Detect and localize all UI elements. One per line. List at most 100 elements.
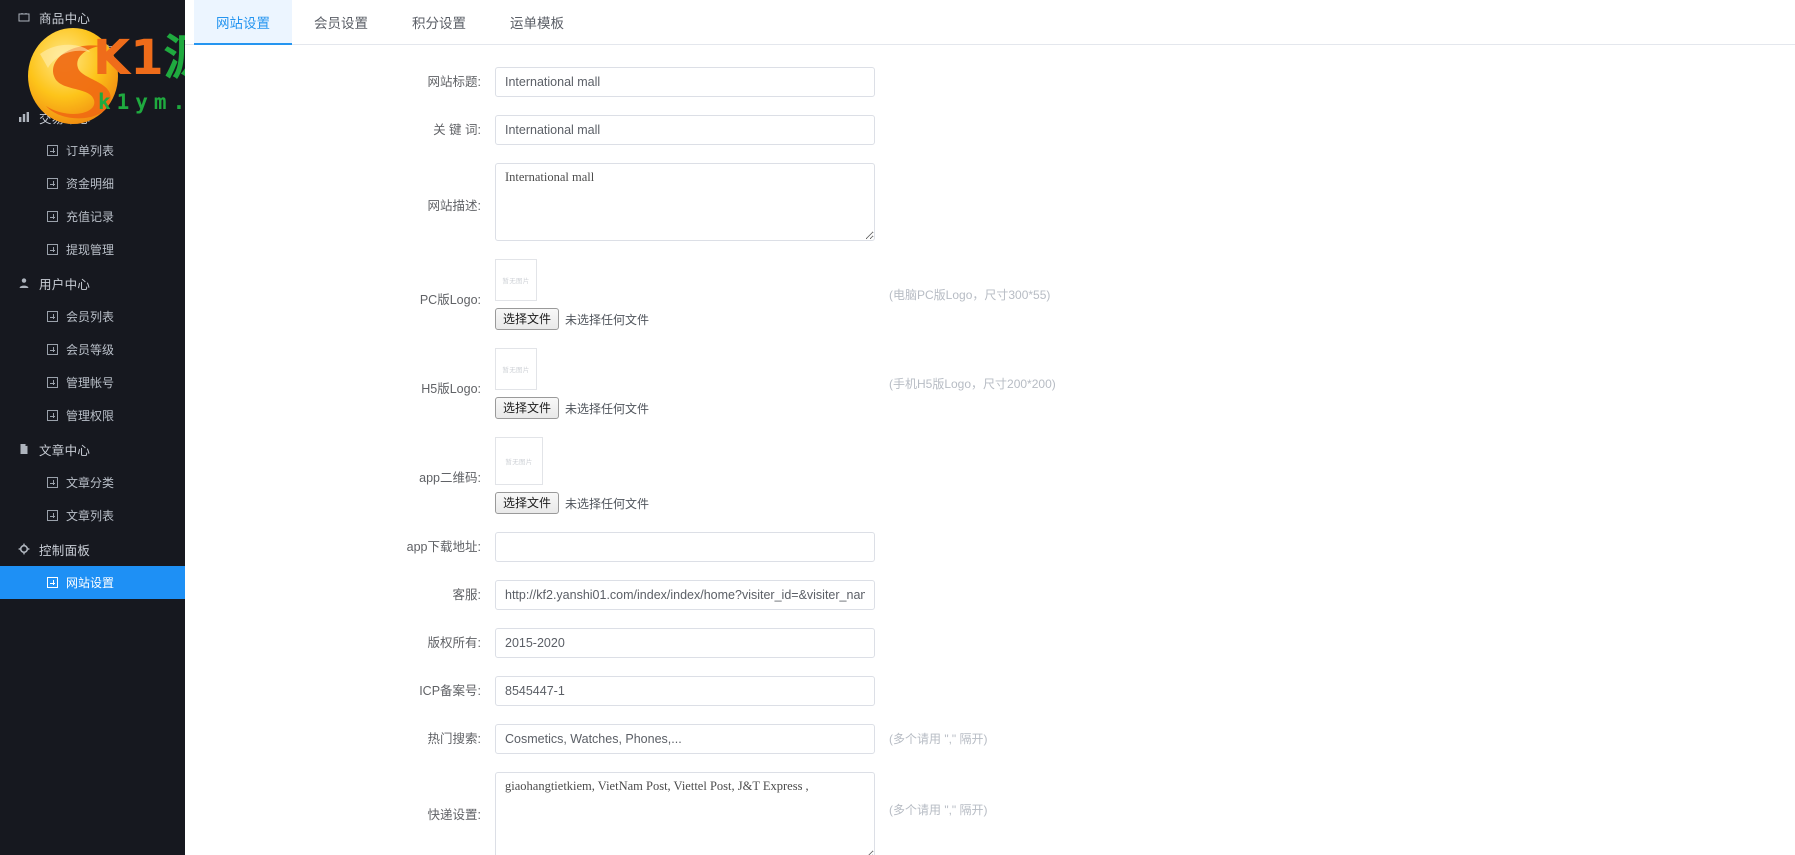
field-row-site-title: 网站标题: (185, 67, 1795, 97)
site-settings-form: 网站标题: 关 键 词: 网站描述: International mall (185, 45, 1795, 855)
sidebar-group-label: 交易中心 (39, 111, 91, 126)
chart-bar-icon (17, 111, 30, 124)
sidebar-group-control-panel: 控制面板 网站设置 (0, 532, 185, 599)
express-textarea[interactable]: giaohangtietkiem, VietNam Post, Viettel … (495, 772, 875, 855)
sidebar-item-label: 资金明细 (66, 177, 115, 191)
plus-box-icon (47, 178, 58, 189)
sidebar-group-label: 商品中心 (39, 11, 91, 26)
field-row-app-qrcode: app二维码: 暂无图片 选择文件 未选择任何文件 (185, 437, 1795, 514)
plus-box-icon (47, 311, 58, 322)
plus-box-icon (47, 78, 58, 89)
app-qrcode-file-picker[interactable]: 选择文件 未选择任何文件 (495, 492, 875, 514)
sidebar-item-label: 文章分类 (66, 476, 115, 490)
plus-box-icon (47, 477, 58, 488)
sidebar-item-label: 文章列表 (66, 509, 115, 523)
sidebar-group-title-article: 文章中心 (0, 432, 185, 466)
pc-logo-file-status: 未选择任何文件 (565, 312, 650, 327)
sidebar-group-label: 文章中心 (39, 443, 91, 458)
field-row-pc-logo: PC版Logo: 暂无图片 选择文件 未选择任何文件 (电脑PC版Logo，尺寸… (185, 259, 1795, 330)
description-textarea[interactable]: International mall (495, 163, 875, 241)
sidebar-item-label: 提现管理 (66, 243, 115, 257)
plus-box-icon (47, 410, 58, 421)
sidebar: 商品中心 商品列表 商品分类 交易中心 订单列表 资金明细 充值记录 提现管理 … (0, 0, 185, 855)
label-express: 快递设置: (427, 808, 481, 822)
field-row-h5-logo: H5版Logo: 暂无图片 选择文件 未选择任何文件 (手机H5版Logo，尺寸… (185, 348, 1795, 419)
label-app-download: app下载地址: (406, 540, 481, 554)
app-qrcode-preview: 暂无图片 (495, 437, 543, 485)
pc-logo-file-picker[interactable]: 选择文件 未选择任何文件 (495, 308, 875, 330)
sidebar-item-admin-account[interactable]: 管理帐号 (0, 366, 185, 399)
h5-logo-hint: (手机H5版Logo，尺寸200*200) (889, 377, 1056, 391)
express-hint: (多个请用 "," 隔开) (889, 803, 988, 817)
sidebar-group-title-shop: 商品中心 (0, 0, 185, 34)
plus-box-icon (47, 377, 58, 388)
icp-input[interactable] (495, 676, 875, 706)
app-qrcode-file-status: 未选择任何文件 (565, 496, 650, 511)
sidebar-item-product-list[interactable]: 商品列表 (0, 34, 185, 67)
sidebar-group-article: 文章中心 文章分类 文章列表 (0, 432, 185, 532)
plus-box-icon (47, 244, 58, 255)
app-download-input[interactable] (495, 532, 875, 562)
sidebar-item-label: 会员等级 (66, 343, 115, 357)
sidebar-item-recharge-record[interactable]: 充值记录 (0, 200, 185, 233)
tab-member-settings[interactable]: 会员设置 (292, 0, 390, 44)
sidebar-group-title-user: 用户中心 (0, 266, 185, 300)
label-site-title: 网站标题: (427, 75, 481, 89)
pc-logo-uploader: 暂无图片 选择文件 未选择任何文件 (495, 259, 875, 330)
label-customer-service: 客服: (452, 588, 481, 602)
hot-search-input[interactable] (495, 724, 875, 754)
plus-box-icon (47, 211, 58, 222)
label-icp: ICP备案号: (419, 684, 481, 698)
label-description: 网站描述: (427, 199, 481, 213)
plus-box-icon (47, 510, 58, 521)
app-qrcode-choose-file-button[interactable]: 选择文件 (495, 492, 560, 514)
h5-logo-choose-file-button[interactable]: 选择文件 (495, 397, 560, 419)
sidebar-item-product-category[interactable]: 商品分类 (0, 67, 185, 100)
pc-logo-preview: 暂无图片 (495, 259, 537, 301)
pc-logo-choose-file-button[interactable]: 选择文件 (495, 308, 560, 330)
plus-box-icon (47, 45, 58, 56)
plus-box-icon (47, 344, 58, 355)
label-h5-logo: H5版Logo: (421, 382, 481, 396)
customer-service-input[interactable] (495, 580, 875, 610)
sidebar-group-title-trade: 交易中心 (0, 100, 185, 134)
sidebar-item-site-settings[interactable]: 网站设置 (0, 566, 185, 599)
site-title-input[interactable] (495, 67, 875, 97)
copyright-input[interactable] (495, 628, 875, 658)
label-keywords: 关 键 词: (433, 123, 481, 137)
field-row-icp: ICP备案号: (185, 676, 1795, 706)
field-row-description: 网站描述: International mall (185, 163, 1795, 241)
document-icon (17, 443, 30, 456)
label-hot-search: 热门搜索: (427, 732, 481, 746)
sidebar-item-admin-permission[interactable]: 管理权限 (0, 399, 185, 432)
sidebar-item-label: 网站设置 (66, 576, 115, 590)
sidebar-item-label: 管理权限 (66, 409, 115, 423)
h5-logo-file-picker[interactable]: 选择文件 未选择任何文件 (495, 397, 875, 419)
field-row-customer-service: 客服: (185, 580, 1795, 610)
pc-logo-hint: (电脑PC版Logo，尺寸300*55) (889, 288, 1051, 302)
sidebar-item-member-level[interactable]: 会员等级 (0, 333, 185, 366)
tab-points-settings[interactable]: 积分设置 (390, 0, 488, 44)
plus-box-icon (47, 577, 58, 588)
field-row-keywords: 关 键 词: (185, 115, 1795, 145)
sidebar-item-fund-detail[interactable]: 资金明细 (0, 167, 185, 200)
sidebar-item-withdraw-manage[interactable]: 提现管理 (0, 233, 185, 266)
sidebar-item-article-category[interactable]: 文章分类 (0, 466, 185, 499)
tab-site-settings[interactable]: 网站设置 (194, 0, 292, 45)
sidebar-group-user: 用户中心 会员列表 会员等级 管理帐号 管理权限 (0, 266, 185, 432)
sidebar-item-label: 充值记录 (66, 210, 115, 224)
sidebar-group-trade: 交易中心 订单列表 资金明细 充值记录 提现管理 (0, 100, 185, 266)
field-row-hot-search: 热门搜索: (多个请用 "," 隔开) (185, 724, 1795, 754)
sidebar-group-label: 用户中心 (39, 277, 91, 292)
sidebar-item-member-list[interactable]: 会员列表 (0, 300, 185, 333)
label-pc-logo: PC版Logo: (419, 293, 481, 307)
sidebar-item-article-list[interactable]: 文章列表 (0, 499, 185, 532)
shop-icon (17, 11, 30, 24)
tab-waybill-template[interactable]: 运单模板 (488, 0, 586, 44)
keywords-input[interactable] (495, 115, 875, 145)
h5-logo-preview: 暂无图片 (495, 348, 537, 390)
sidebar-item-order-list[interactable]: 订单列表 (0, 134, 185, 167)
label-copyright: 版权所有: (427, 636, 481, 650)
user-icon (17, 277, 30, 290)
main-content: 网站设置 会员设置 积分设置 运单模板 网站标题: 关 键 词: (185, 0, 1795, 855)
